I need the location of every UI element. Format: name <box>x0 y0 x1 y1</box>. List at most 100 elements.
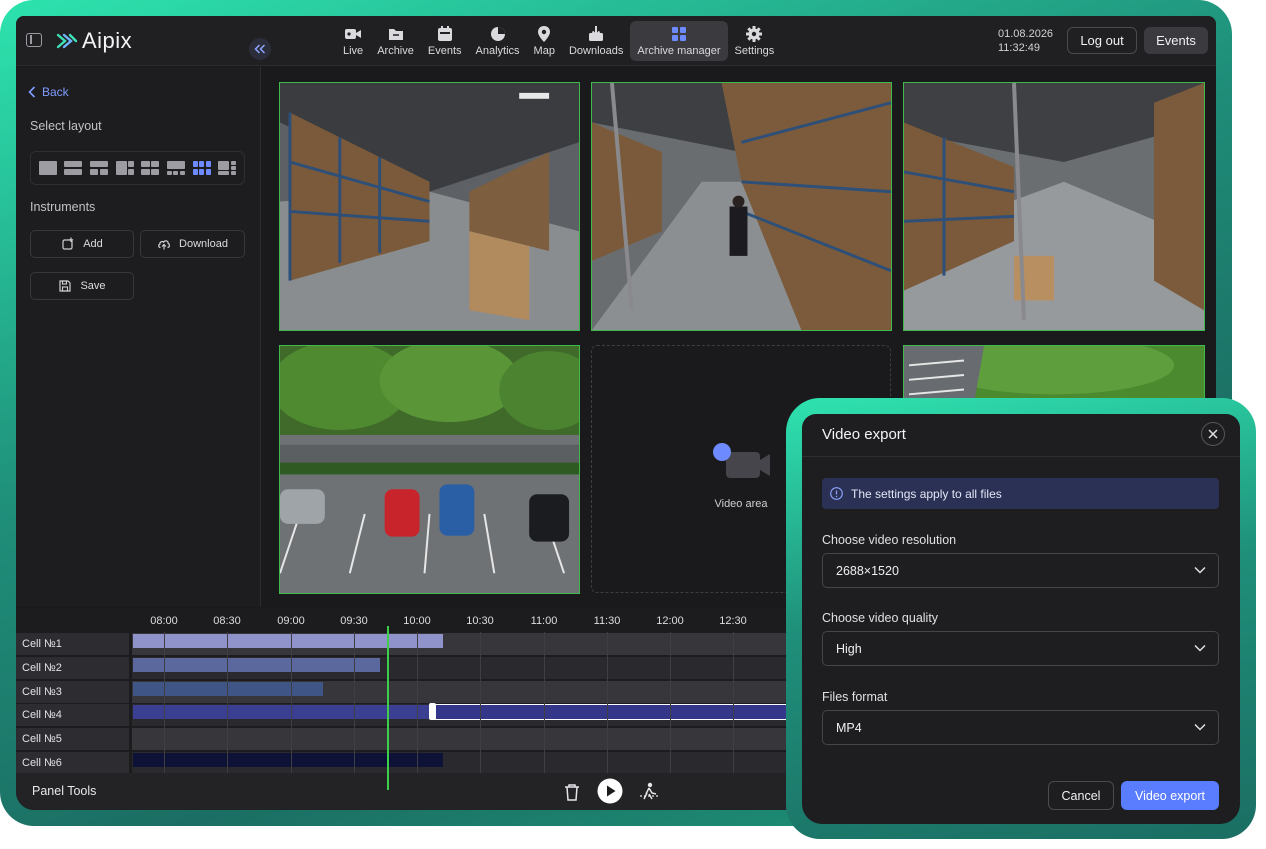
warehouse-camera-feed-3 <box>904 83 1204 330</box>
nav-events[interactable]: Events <box>421 21 469 61</box>
resolution-select[interactable]: 2688×1520 <box>822 553 1219 588</box>
tick-label: 08:30 <box>213 615 241 627</box>
grid-line <box>354 632 355 774</box>
main-nav: Live Archive Events Analytics Map Downlo… <box>336 21 781 61</box>
camera-cell-4[interactable] <box>279 345 580 594</box>
tick-label: 12:30 <box>719 615 747 627</box>
layout-option-3[interactable] <box>90 161 109 175</box>
selection-handle[interactable] <box>429 703 436 721</box>
recording-segment[interactable] <box>133 681 323 696</box>
add-button[interactable]: Add <box>30 230 134 258</box>
date-time: 01.08.2026 11:32:49 <box>998 27 1053 55</box>
play-icon[interactable] <box>597 778 623 804</box>
back-label: Back <box>42 85 69 99</box>
camera-cell-3[interactable] <box>903 82 1205 331</box>
format-select[interactable]: MP4 <box>822 710 1219 745</box>
row-label: Cell №3 <box>16 680 129 703</box>
nav-archive-label: Archive <box>377 45 414 57</box>
warehouse-camera-feed-1 <box>280 83 579 330</box>
layout-option-7[interactable] <box>192 161 211 175</box>
grid-line <box>607 632 608 774</box>
grid-line <box>164 632 165 774</box>
grid-line <box>670 632 671 774</box>
sidebar: Back Select layout Instruments Add Downl… <box>16 67 261 607</box>
double-chevron-left-icon <box>254 44 266 54</box>
layout-option-1[interactable] <box>38 161 57 175</box>
nav-live-label: Live <box>343 45 364 57</box>
folder-icon <box>388 29 403 40</box>
collapse-panel-icon[interactable] <box>26 33 42 47</box>
tick-label: 10:30 <box>466 615 494 627</box>
camera-cell-6[interactable] <box>903 345 1205 405</box>
map-pin-icon <box>538 26 551 42</box>
motion-detection-icon[interactable] <box>639 781 661 803</box>
grid-line <box>417 632 418 774</box>
camera-icon <box>345 29 362 39</box>
tick-label: 11:30 <box>593 615 621 627</box>
current-date: 01.08.2026 <box>998 28 1054 40</box>
video-camera-add-icon <box>713 443 770 478</box>
quality-select[interactable]: High <box>822 631 1219 666</box>
layout-option-2[interactable] <box>64 161 83 175</box>
tick-label: 12:00 <box>656 615 684 627</box>
format-label: Files format <box>822 690 888 704</box>
chevron-left-icon <box>28 86 36 98</box>
playhead[interactable] <box>387 626 389 790</box>
camera-cell-1[interactable] <box>279 82 580 331</box>
close-button[interactable] <box>1201 422 1225 446</box>
grid-line <box>227 632 228 774</box>
nav-settings-label: Settings <box>734 45 775 57</box>
add-label: Add <box>83 238 103 250</box>
grid-line <box>544 632 545 774</box>
pie-chart-icon <box>490 27 505 41</box>
nav-map[interactable]: Map <box>527 21 562 61</box>
video-export-dialog: Video export The settings apply to all f… <box>802 414 1240 824</box>
logout-button[interactable]: Log out <box>1067 27 1137 54</box>
layout-option-4[interactable] <box>115 161 134 175</box>
recording-segment[interactable] <box>133 657 380 672</box>
download-button[interactable]: Download <box>140 230 245 258</box>
cancel-button[interactable]: Cancel <box>1048 781 1114 810</box>
save-label: Save <box>80 280 106 292</box>
instruments-title: Instruments <box>30 200 96 214</box>
video-export-button[interactable]: Video export <box>1121 781 1219 810</box>
nav-analytics[interactable]: Analytics <box>469 21 527 61</box>
row-label: Cell №4 <box>16 704 129 727</box>
logo-text: Aipix <box>82 28 133 53</box>
quality-label: Choose video quality <box>822 611 939 625</box>
parking-camera-feed-4 <box>280 346 579 593</box>
format-value: MP4 <box>836 720 862 735</box>
layout-option-8[interactable] <box>218 161 237 175</box>
quality-value: High <box>836 641 862 656</box>
dialog-divider <box>802 456 1240 457</box>
trash-icon[interactable] <box>563 782 581 802</box>
nav-events-label: Events <box>427 45 462 57</box>
tick-label: 10:00 <box>403 615 431 627</box>
nav-archive-manager[interactable]: Archive manager <box>630 21 728 61</box>
row-label: Cell №2 <box>16 656 129 679</box>
resolution-value: 2688×1520 <box>836 563 899 578</box>
back-link[interactable]: Back <box>28 85 69 99</box>
collapse-sidebar-button[interactable] <box>249 38 271 60</box>
nav-archive[interactable]: Archive <box>370 21 421 61</box>
recording-segment[interactable] <box>133 753 443 767</box>
nav-downloads[interactable]: Downloads <box>562 21 630 61</box>
nav-settings[interactable]: Settings <box>728 21 782 61</box>
row-label: Cell №1 <box>16 633 129 655</box>
export-selection-range[interactable] <box>431 704 791 721</box>
recording-segment[interactable] <box>133 634 443 648</box>
save-button[interactable]: Save <box>30 272 134 300</box>
row-label: Cell №6 <box>16 752 129 774</box>
layout-option-6[interactable] <box>166 161 185 175</box>
logo: Aipix <box>56 26 132 56</box>
logo-mark-icon <box>56 33 78 49</box>
add-cell-icon <box>62 237 74 250</box>
nav-live[interactable]: Live <box>336 21 370 61</box>
grid-line <box>733 632 734 774</box>
layout-option-5[interactable] <box>141 161 160 175</box>
current-time: 11:32:49 <box>998 42 1041 54</box>
grid-line <box>480 632 481 774</box>
events-button[interactable]: Events <box>1144 27 1208 54</box>
stage: Aipix Live Archive Events Analytics Map … <box>0 0 1266 849</box>
camera-cell-2[interactable] <box>591 82 892 331</box>
